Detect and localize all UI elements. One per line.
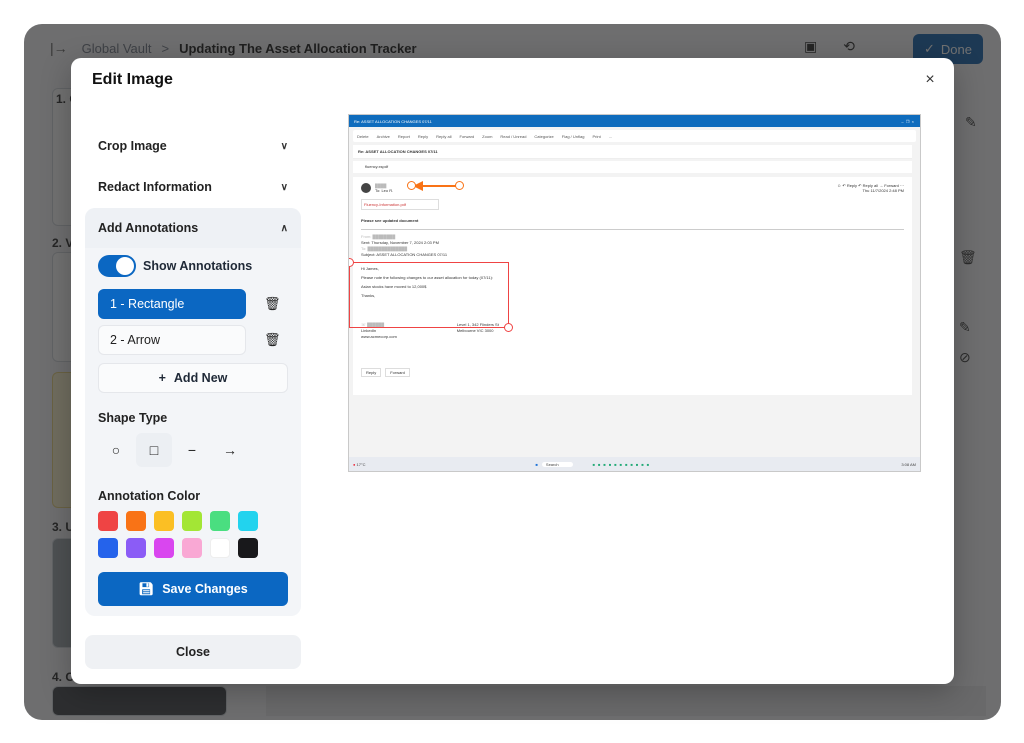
close-icon[interactable]: ×: [920, 70, 940, 90]
resize-handle[interactable]: [504, 323, 513, 332]
plus-icon: +: [158, 371, 166, 385]
outlook-toolbar-item: Report: [397, 133, 410, 139]
line-shape-icon[interactable]: −: [174, 433, 210, 467]
delete-annotation-icon[interactable]: 🗑︎: [264, 296, 281, 312]
outlook-toolbar-item: Categorize: [534, 133, 554, 139]
color-swatch[interactable]: [154, 538, 174, 558]
annotations-section: Add Annotations ∧ Show Annotations 1 - R…: [85, 208, 301, 616]
outlook-toolbar: Delete Archive Report Reply Reply all Forward…: [353, 130, 916, 142]
color-palette: [85, 511, 301, 558]
shape-type-label: Shape Type: [98, 411, 168, 425]
body-intro: Please see updated document: [361, 218, 419, 223]
add-new-annotation-button[interactable]: + Add New: [98, 363, 288, 393]
add-new-label: Add New: [173, 371, 228, 385]
save-changes-button[interactable]: 💾︎ Save Changes: [98, 572, 288, 606]
shape-type-options: ○ □ − →: [85, 433, 301, 467]
color-swatch[interactable]: [126, 511, 146, 531]
section-crop-image[interactable]: Crop Image ∨: [85, 126, 301, 166]
taskbar-search: Search: [541, 461, 573, 467]
section-add-annotations[interactable]: Add Annotations ∧: [85, 208, 301, 248]
show-annotations-toggle[interactable]: [98, 255, 136, 277]
outlook-toolbar-item: Reply all: [436, 133, 452, 139]
attachment-name: fluency.xspdf: [365, 164, 389, 169]
taskbar-clock: 3:08 AM: [901, 461, 916, 467]
outlook-toolbar-item: Delete: [357, 133, 369, 139]
recipient: To: Leo R.: [375, 188, 394, 193]
annotation-rectangle-button[interactable]: 1 - Rectangle: [98, 289, 246, 319]
outlook-toolbar-item: Archive: [376, 133, 390, 139]
chevron-down-icon: ∨: [280, 181, 288, 193]
email-date: Thu 11/7/2024 2:48 PM: [862, 188, 904, 193]
sender-avatar: [361, 183, 371, 193]
color-swatch[interactable]: [154, 511, 174, 531]
outlook-titlebar: Re: ASSET ALLOCATION CHANGES 07/11 – ❐ ×: [349, 115, 920, 127]
arrow-start-handle[interactable]: [407, 181, 416, 190]
color-swatch[interactable]: [182, 538, 202, 558]
window-controls: – ❐ ×: [901, 118, 914, 124]
weather: 17°C: [356, 461, 366, 467]
subject-line: Subject: ASSET ALLOCATION CHANGES 07/11: [361, 252, 448, 257]
modal-title: Edit Image: [92, 71, 173, 88]
delete-annotation-icon[interactable]: 🗑︎: [264, 332, 281, 348]
address: Melbourne VIC 3000: [456, 328, 494, 333]
attachment-bar: fluency.xspdf: [353, 161, 912, 173]
windows-taskbar: ● 17°C ■ Search ■■■■■■■■■■■ 3:08 AM: [349, 457, 920, 471]
arrow-end-handle[interactable]: [455, 181, 464, 190]
attachment-card: Fluency-Information.pdf: [361, 199, 439, 210]
annotation-item: 2 - Arrow 🗑︎: [85, 325, 301, 355]
section-label: Redact Information: [98, 180, 212, 194]
circle-shape-icon[interactable]: ○: [98, 433, 134, 467]
window-title: Re: ASSET ALLOCATION CHANGES 07/11: [354, 118, 432, 124]
close-button[interactable]: Close: [85, 635, 301, 669]
email-subject: Re: ASSET ALLOCATION CHANGES 07/11: [353, 145, 912, 159]
color-swatch[interactable]: [98, 511, 118, 531]
subject-bar: Re: ASSET ALLOCATION CHANGES 07/11: [353, 145, 912, 159]
show-annotations-label: Show Annotations: [143, 259, 253, 273]
weather-icon: ●: [353, 461, 356, 467]
outlook-toolbar-item: Print: [592, 133, 601, 139]
outlook-toolbar-item: Forward: [459, 133, 475, 139]
rectangle-shape-icon[interactable]: □: [136, 433, 172, 467]
color-swatch[interactable]: [210, 538, 230, 558]
website-link: www.acmecorp.com: [361, 334, 397, 339]
save-icon: 💾︎: [138, 581, 155, 596]
annotation-arrow-button[interactable]: 2 - Arrow: [98, 325, 246, 355]
outlook-toolbar-item: Zoom: [482, 133, 493, 139]
annotation-item: 1 - Rectangle 🗑︎: [85, 289, 301, 319]
chevron-up-icon: ∧: [280, 222, 288, 234]
save-label: Save Changes: [162, 582, 248, 596]
section-redact-information[interactable]: Redact Information ∨: [85, 167, 301, 207]
color-swatch[interactable]: [126, 538, 146, 558]
color-swatch[interactable]: [98, 538, 118, 558]
color-swatch[interactable]: [238, 538, 258, 558]
outlook-toolbar-item: Flag / Unflag: [561, 133, 585, 139]
taskbar-apps: ■■■■■■■■■■■: [592, 461, 653, 467]
reply-button: Reply: [361, 368, 382, 377]
color-swatch[interactable]: [182, 511, 202, 531]
rectangle-annotation[interactable]: [349, 262, 509, 328]
annotation-color-label: Annotation Color: [98, 489, 201, 503]
edit-image-modal: Edit Image × Crop Image ∨ Redact Informa…: [71, 58, 954, 684]
forward-button: Forward: [385, 368, 410, 377]
chevron-down-icon: ∨: [280, 140, 288, 152]
image-preview-canvas[interactable]: Re: ASSET ALLOCATION CHANGES 07/11 – ❐ ×…: [348, 114, 921, 472]
outlook-toolbar-item: ...: [608, 133, 613, 139]
outlook-toolbar-item: Read / Unread: [500, 133, 527, 139]
start-icon: ■: [535, 461, 538, 467]
edit-options-panel: Crop Image ∨ Redact Information ∨ Add An…: [85, 126, 301, 616]
outlook-toolbar-item: Reply: [417, 133, 429, 139]
section-label: Crop Image: [98, 139, 167, 153]
color-swatch[interactable]: [238, 511, 258, 531]
color-swatch[interactable]: [210, 511, 230, 531]
arrow-shape-icon[interactable]: →: [212, 433, 248, 467]
section-label: Add Annotations: [98, 221, 199, 235]
